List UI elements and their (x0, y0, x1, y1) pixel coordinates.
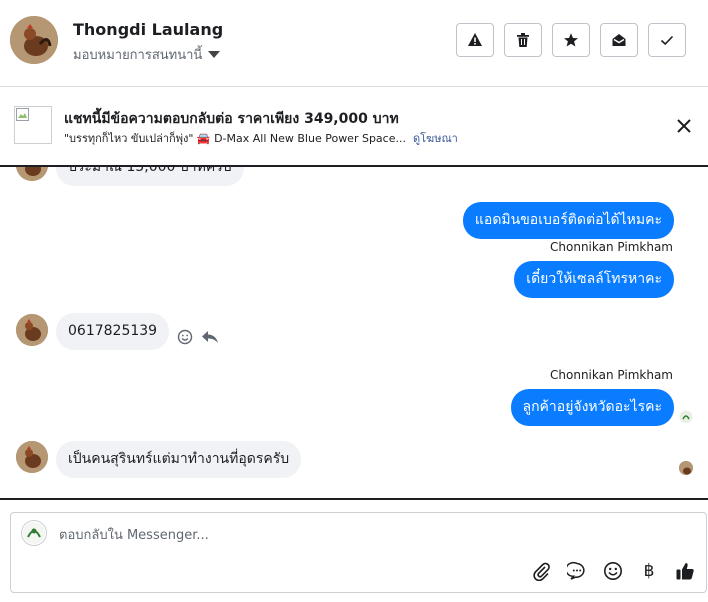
incoming-message[interactable]: ประมาณ 15,000 บาทครับ (56, 167, 244, 186)
outgoing-message[interactable]: แอดมินขอเบอร์ติดต่อได้ไหมคะ (462, 202, 674, 239)
trash-icon (517, 33, 529, 47)
mark-unread-button[interactable] (600, 23, 638, 57)
incoming-message[interactable]: เป็นคนสุรินทร์แต่มาทำงานที่อุดรครับ (56, 441, 302, 478)
emoji-icon (604, 562, 622, 580)
paperclip-icon (533, 562, 550, 581)
ad-subtitle-text: "บรรทุกก็ไหว ขับเปล่าก็พุ่ง" 🚘 D-Max All… (64, 132, 406, 145)
outgoing-message[interactable]: ลูกค้าอยู่จังหวัดอะไรคะ (510, 389, 674, 426)
mark-done-button[interactable] (648, 23, 686, 57)
assign-label: มอบหมายการสนทนานี้ (73, 48, 203, 63)
warning-icon (468, 33, 482, 46)
attach-file-button[interactable] (530, 560, 552, 582)
react-emoji-button[interactable] (177, 329, 193, 345)
star-button[interactable] (552, 23, 590, 57)
emoji-button[interactable] (602, 560, 624, 582)
chat-bubble-icon (567, 561, 585, 580)
like-button[interactable] (674, 560, 696, 582)
sender-name: Chonnikan Pimkham (550, 368, 673, 382)
ad-subtitle: "บรรทุกก็ไหว ขับเปล่าก็พุ่ง" 🚘 D-Max All… (64, 129, 458, 147)
ad-thumbnail[interactable] (14, 106, 52, 144)
customer-avatar-small (16, 167, 48, 181)
delete-button[interactable] (504, 23, 542, 57)
message-thread[interactable]: ประมาณ 15,000 บาทครับ แอดมินขอเบอร์ติดต่… (0, 167, 708, 500)
saved-replies-button[interactable] (566, 560, 588, 582)
customer-avatar-small (16, 441, 48, 473)
check-icon (660, 35, 674, 46)
page-avatar (21, 520, 47, 546)
report-button[interactable] (456, 23, 494, 57)
assign-conversation-dropdown[interactable]: มอบหมายการสนทนานี้ (73, 44, 221, 65)
customer-avatar[interactable] (10, 16, 58, 64)
baht-icon: ฿ (643, 561, 655, 581)
customer-avatar-small (16, 314, 48, 346)
broken-image-icon (16, 108, 29, 121)
view-ad-link[interactable]: ดูโฆษณา (413, 132, 458, 145)
reply-input[interactable] (59, 524, 659, 546)
payment-button[interactable]: ฿ (638, 560, 660, 582)
close-ad-button[interactable] (674, 116, 694, 136)
emoji-icon (177, 329, 193, 345)
thumbs-up-icon (676, 563, 694, 580)
customer-name: Thongdi Laulang (73, 20, 224, 39)
customer-seen-avatar (679, 461, 693, 475)
envelope-open-icon (612, 34, 626, 46)
ad-title: แชทนี้มีข้อความตอบกลับต่อ ราคาเพียง 349,… (64, 111, 399, 127)
outgoing-message[interactable]: เดี๋ยวให้เซลล์โทรหาคะ (514, 261, 674, 298)
sender-name: Chonnikan Pimkham (550, 240, 673, 254)
close-icon (677, 119, 691, 133)
reply-button[interactable] (201, 329, 219, 345)
reply-icon (202, 331, 218, 343)
caret-down-icon (208, 51, 221, 58)
star-icon (564, 33, 578, 47)
incoming-message[interactable]: 0617825139 (56, 313, 170, 350)
page-seen-avatar (679, 409, 693, 423)
